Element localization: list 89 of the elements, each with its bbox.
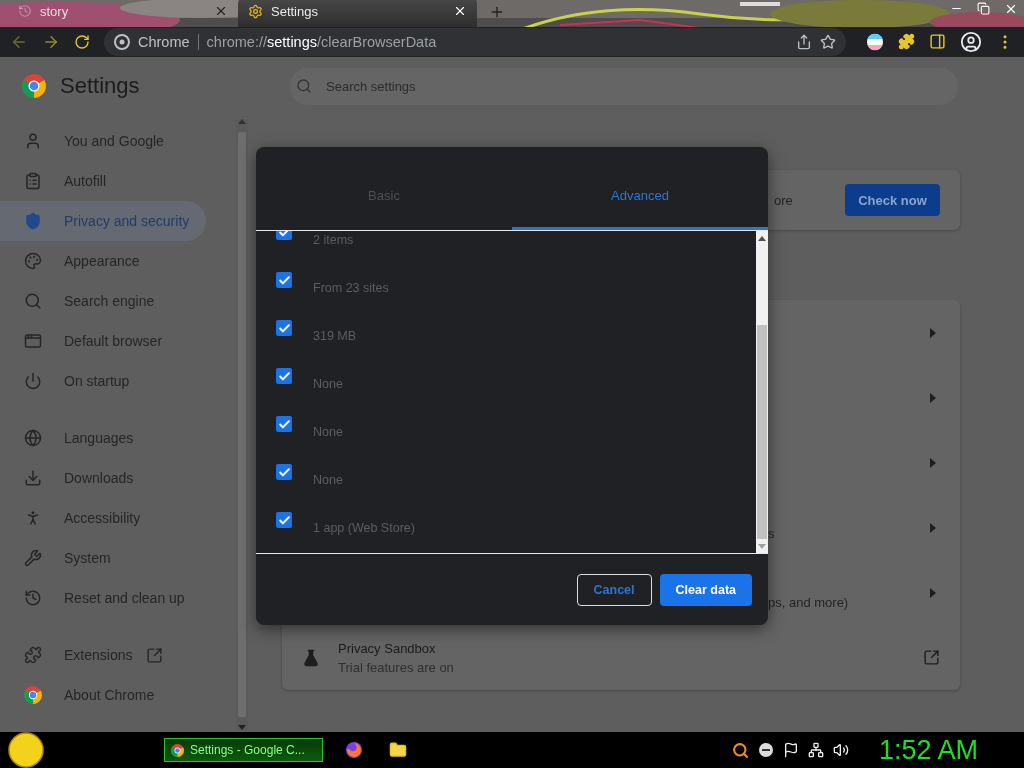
search-icon <box>296 78 312 94</box>
search-icon <box>24 292 42 310</box>
folder-icon[interactable] <box>389 741 407 759</box>
item-detail: From 23 sites <box>313 280 389 295</box>
sidebar-item[interactable]: Appearance <box>0 241 206 281</box>
row-title: Privacy Sandbox <box>338 640 437 656</box>
tab-title: Settings <box>271 3 319 19</box>
history-icon <box>18 4 32 19</box>
power-icon <box>24 372 42 390</box>
globe-icon <box>24 429 42 447</box>
sidebar-item[interactable]: Autofill <box>0 161 206 201</box>
gear-icon <box>248 3 263 19</box>
checkbox[interactable] <box>276 512 292 528</box>
flag-icon[interactable] <box>782 742 799 758</box>
download-icon <box>24 469 42 487</box>
puzzle-icon <box>24 646 42 664</box>
history-icon <box>24 589 42 607</box>
checkbox[interactable] <box>276 272 292 288</box>
wrench-icon <box>24 549 42 567</box>
sidebar-item[interactable]: Reset and clean up <box>0 578 206 618</box>
arrow-right-icon[interactable] <box>930 327 936 338</box>
arrow-right-icon[interactable] <box>930 587 936 598</box>
close-icon[interactable] <box>1004 2 1018 16</box>
profile-icon[interactable] <box>960 30 982 53</box>
clipboard-icon <box>24 172 42 190</box>
sidebar-item[interactable]: Downloads <box>0 458 206 498</box>
chrome-logo-icon <box>114 33 130 50</box>
sidebar-item[interactable]: Languages <box>0 418 206 458</box>
address-bar[interactable]: Chrome chrome://settings/clearBrowserData <box>104 27 846 56</box>
sidebar-item[interactable]: You and Google <box>0 121 206 161</box>
arrow-right-icon[interactable] <box>930 522 936 533</box>
search-field[interactable]: Search settings <box>324 77 958 95</box>
checkbox[interactable] <box>276 464 292 480</box>
person-icon <box>24 132 42 150</box>
chrome-logo-icon <box>24 686 42 704</box>
checkbox[interactable] <box>276 320 292 336</box>
clear-data-button[interactable]: Clear data <box>659 573 752 606</box>
scroll-up-icon[interactable] <box>758 235 766 241</box>
sidebar-item[interactable]: On startup <box>0 361 206 401</box>
arrow-right-icon[interactable] <box>930 457 936 468</box>
sidebar-item[interactable]: Accessibility <box>0 498 206 538</box>
sidebar-item[interactable]: Extensions <box>0 635 206 675</box>
search-bar[interactable]: Search settings <box>290 67 958 105</box>
item-detail: None <box>313 424 343 439</box>
tab-title: story <box>40 3 70 19</box>
arrow-right-icon[interactable] <box>930 392 936 403</box>
row-text: ps, and more) <box>768 594 849 610</box>
checkbox[interactable] <box>276 368 292 384</box>
card-text: ore <box>774 192 793 208</box>
chrome-logo-icon <box>22 74 46 98</box>
sidebar-item[interactable]: Search engine <box>0 281 206 321</box>
chrome-logo-icon <box>171 743 184 757</box>
browser-tab[interactable]: story <box>8 0 238 27</box>
external-link-icon[interactable] <box>923 649 940 666</box>
item-detail: 319 MB <box>313 328 357 343</box>
sidebar-item[interactable]: System <box>0 538 206 578</box>
browser-tab[interactable]: Settings <box>238 0 477 27</box>
side-panel-icon[interactable] <box>929 33 946 51</box>
page-title: Settings <box>60 73 140 99</box>
status-icon[interactable] <box>757 742 774 758</box>
puzzle-icon[interactable] <box>898 33 915 51</box>
search-icon[interactable] <box>731 741 749 759</box>
browser-window-icon <box>24 332 42 350</box>
sidebar-item[interactable]: Privacy and security <box>0 201 206 241</box>
palette-icon <box>24 252 42 270</box>
restore-icon[interactable] <box>977 2 990 15</box>
flask-icon <box>302 648 320 667</box>
item-detail: 2 items <box>313 232 354 247</box>
url-text: chrome://settings/clearBrowserData <box>206 33 437 50</box>
sidebar-item[interactable]: Default browser <box>0 321 206 361</box>
item-detail: None <box>313 472 343 487</box>
scrollbar[interactable] <box>756 231 768 553</box>
flag-icon[interactable] <box>866 32 884 51</box>
check-now-button[interactable]: Check now <box>845 184 940 216</box>
item-detail: None <box>313 376 343 391</box>
shield-icon <box>24 212 42 230</box>
taskbar-button[interactable]: Settings - Google C... <box>164 738 323 762</box>
clock: 1:52 AM <box>878 734 978 766</box>
cancel-button[interactable]: Cancel <box>576 573 652 606</box>
dialog-tab[interactable]: Advanced <box>512 188 768 230</box>
item-detail: 1 app (Web Store) <box>313 520 415 535</box>
network-icon[interactable] <box>807 742 824 758</box>
sidebar-item[interactable]: About Chrome <box>0 675 206 715</box>
speaker-icon[interactable] <box>832 742 849 758</box>
reload-icon[interactable] <box>74 33 90 50</box>
site-label: Chrome <box>138 33 190 50</box>
share-icon[interactable] <box>796 33 812 50</box>
star-icon[interactable] <box>820 33 836 50</box>
checkbox[interactable] <box>276 416 292 432</box>
